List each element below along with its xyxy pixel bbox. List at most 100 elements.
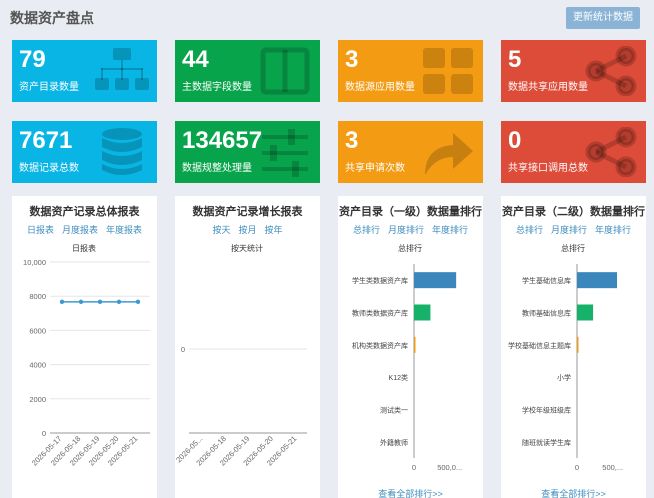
page-title: 数据资产盘点 (10, 10, 94, 26)
panel-level2-ranking: 资产目录（二级）数据量排行 总排行 月度排行 年度排行 总排行 学生基础信息库 教师基础… (501, 196, 646, 498)
stat-value: 5 (508, 46, 522, 73)
y-tick-label: 0 (42, 429, 46, 438)
stat-value: 0 (508, 127, 522, 154)
stat-tile-share-apps[interactable]: 5 数据共享应用数量 (501, 40, 646, 102)
data-point (97, 299, 103, 305)
panel-level1-ranking: 资产目录（一级）数据量排行 总排行 月度排行 年度排行 总排行 学生类数据资产库 教师类… (338, 196, 483, 498)
share-icon (585, 46, 637, 96)
grid-icon (423, 48, 473, 94)
data-point (116, 299, 122, 305)
stat-label: 资产目录数量 (19, 82, 79, 93)
tab-yearly[interactable]: 年度报表 (106, 225, 142, 235)
category-label: 学校年级班级库 (522, 406, 571, 415)
share-arrow-icon (425, 133, 473, 175)
stat-tile-master-fields[interactable]: 44 主数据字段数量 (175, 40, 320, 102)
y-tick-label: 6000 (29, 326, 46, 335)
chart-title: 按天统计 (231, 243, 263, 253)
sitemap-icon (95, 48, 149, 90)
tab-yearly-rank[interactable]: 年度排行 (432, 225, 468, 235)
category-label: K12类 (389, 373, 408, 382)
view-all-ranking-link[interactable]: 查看全部排行>> (501, 487, 646, 498)
report-tabs: 按天 按月 按年 (175, 223, 320, 236)
tab-monthly-rank[interactable]: 月度排行 (551, 225, 587, 235)
ranking-tabs: 总排行 月度排行 年度排行 (338, 223, 483, 236)
data-point (135, 299, 141, 305)
stat-value: 79 (19, 46, 46, 73)
stat-label: 共享接口调用总数 (508, 163, 588, 174)
ranking-tabs: 总排行 月度排行 年度排行 (501, 223, 646, 236)
x-tick-label: 500,0... (437, 463, 462, 472)
panel-overall-report: 数据资产记录总体报表 日报表 月度报表 年度报表 日报表 0 2000 4000 6000 8… (12, 196, 157, 498)
tab-total-rank[interactable]: 总排行 (353, 225, 380, 235)
bar (577, 272, 617, 289)
category-label: 学生类数据资产库 (352, 276, 408, 285)
report-tabs: 日报表 月度报表 年度报表 (12, 223, 157, 236)
panel-title: 数据资产记录增长报表 (192, 206, 303, 218)
y-tick-label: 2000 (29, 395, 46, 404)
y-tick-label: 4000 (29, 361, 46, 370)
stat-tile-source-apps[interactable]: 3 数据源应用数量 (338, 40, 483, 102)
stat-tile-normalized-volume[interactable]: 134657 数据规整处理量 (175, 121, 320, 183)
panel-title: 资产目录（一级）数据量排行 (339, 206, 482, 218)
category-label: 小学 (557, 373, 571, 382)
panel-title: 数据资产记录总体报表 (29, 206, 140, 218)
tab-total-rank[interactable]: 总排行 (516, 225, 543, 235)
stat-value: 3 (345, 46, 359, 73)
y-tick-label: 0 (181, 345, 185, 354)
x-tick-label: 0 (412, 463, 416, 472)
chart-title: 总排行 (398, 243, 422, 253)
level2-bar-chart: 总排行学生基础信息库教师基础信息库学校基础信息主题库小学学校年级班级库随班就读学… (508, 243, 623, 472)
growth-line-chart: 按天统计02026-05...2026-05-182026-05-192026-… (175, 243, 307, 468)
sliders-icon (262, 129, 308, 177)
data-point (59, 299, 65, 305)
category-label: 学生基础信息库 (522, 276, 571, 285)
bar (414, 304, 431, 321)
stat-value: 7671 (19, 127, 73, 154)
category-label: 教师基础信息库 (522, 309, 571, 318)
category-label: 机构类数据资产库 (352, 341, 408, 350)
tab-by-year[interactable]: 按年 (265, 225, 283, 235)
stat-tile-api-calls[interactable]: 0 共享接口调用总数 (501, 121, 646, 183)
share-icon (585, 127, 637, 177)
database-icon (102, 128, 142, 175)
tab-by-month[interactable]: 按月 (238, 225, 256, 235)
stat-label: 数据共享应用数量 (508, 82, 588, 93)
stat-label: 共享申请次数 (345, 163, 405, 174)
category-label: 学校基础信息主题库 (508, 341, 571, 350)
tab-daily[interactable]: 日报表 (27, 225, 54, 235)
columns-icon (260, 47, 310, 95)
tab-yearly-rank[interactable]: 年度排行 (595, 225, 631, 235)
stat-tile-share-requests[interactable]: 3 共享申请次数 (338, 121, 483, 183)
stat-tile-catalog-count[interactable]: 79 资产目录数量 (12, 40, 157, 102)
tab-monthly[interactable]: 月度报表 (62, 225, 98, 235)
page-header: 数据资产盘点 更新统计数据 (0, 0, 654, 34)
refresh-stats-button[interactable]: 更新统计数据 (566, 7, 640, 29)
category-label: 教师类数据资产库 (352, 309, 408, 318)
bar (414, 336, 416, 353)
level1-bar-chart: 总排行学生类数据资产库教师类数据资产库机构类数据资产库 K12类测试类一外籍教师 0… (352, 243, 462, 472)
x-tick-label: 0 (575, 463, 579, 472)
stat-label: 数据规整处理量 (182, 163, 252, 174)
overall-line-chart: 日报表0200040006000800010,0002026-05-172026… (23, 243, 150, 468)
tab-by-day[interactable]: 按天 (212, 225, 230, 235)
y-tick-label: 8000 (29, 292, 46, 301)
category-label: 外籍教师 (380, 438, 408, 447)
bar (414, 272, 457, 289)
panel-growth-report: 数据资产记录增长报表 按天 按月 按年 按天统计 0 2026-05... 2026-05… (175, 196, 320, 498)
y-tick-label: 10,000 (23, 258, 46, 267)
stat-label: 数据源应用数量 (345, 82, 415, 93)
category-label: 测试类一 (380, 406, 408, 415)
view-all-ranking-link[interactable]: 查看全部排行>> (338, 487, 483, 498)
stat-value: 3 (345, 127, 359, 154)
stat-label: 主数据字段数量 (182, 82, 252, 93)
chart-title: 总排行 (561, 243, 585, 253)
panel-title: 资产目录（二级）数据量排行 (502, 206, 645, 218)
stat-value: 44 (182, 46, 209, 73)
bar (577, 304, 594, 321)
category-label: 随班就读学生库 (522, 438, 571, 447)
chart-title: 日报表 (72, 243, 96, 253)
bar (577, 336, 579, 353)
tab-monthly-rank[interactable]: 月度排行 (388, 225, 424, 235)
stat-tile-record-total[interactable]: 7671 数据记录总数 (12, 121, 157, 183)
stat-label: 数据记录总数 (19, 163, 79, 174)
